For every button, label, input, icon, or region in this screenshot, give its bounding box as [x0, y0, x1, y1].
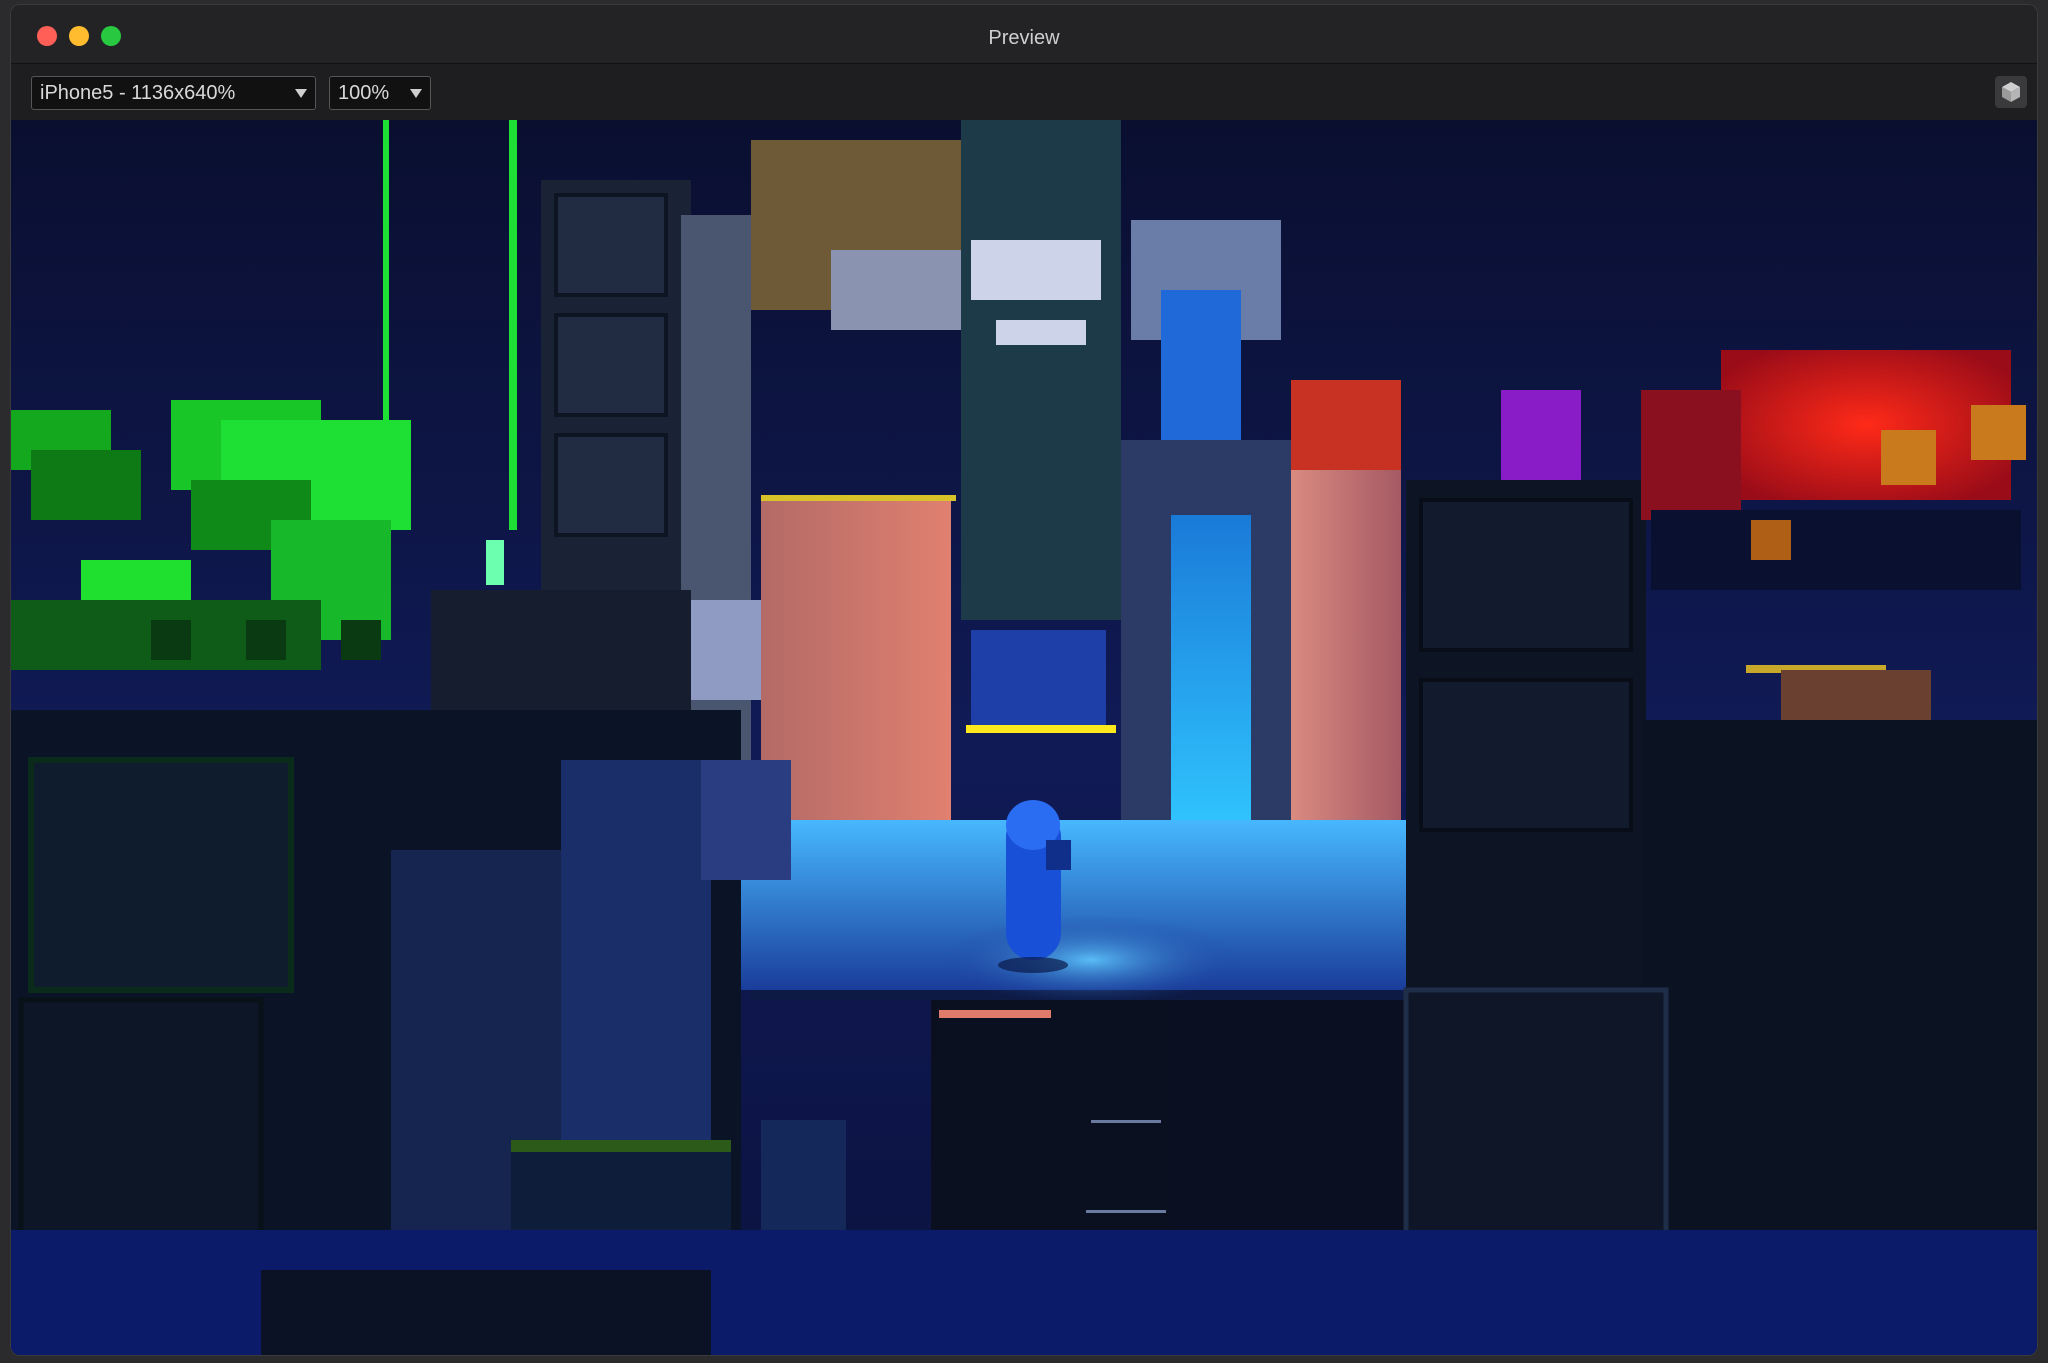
- window-title: Preview: [988, 27, 1060, 49]
- device-resolution-select[interactable]: iPhone5 - 1136x640%: [31, 76, 316, 110]
- device-resolution-value: iPhone5 - 1136x640%: [40, 82, 236, 104]
- zoom-value: 100%: [338, 82, 390, 104]
- cube-icon: [2002, 82, 2020, 102]
- game-viewport[interactable]: [11, 120, 2037, 1355]
- preview-window: Preview iPhone5 - 1136x640% 100%: [10, 4, 2038, 1356]
- chevron-down-icon: [295, 89, 307, 98]
- title-bar: Preview: [11, 5, 2037, 64]
- zoom-select[interactable]: 100%: [329, 76, 431, 110]
- chevron-down-icon: [410, 89, 422, 98]
- game-scene: [11, 120, 2037, 1355]
- scene-view-button[interactable]: [1995, 76, 2027, 108]
- toolbar: iPhone5 - 1136x640% 100%: [11, 64, 2037, 120]
